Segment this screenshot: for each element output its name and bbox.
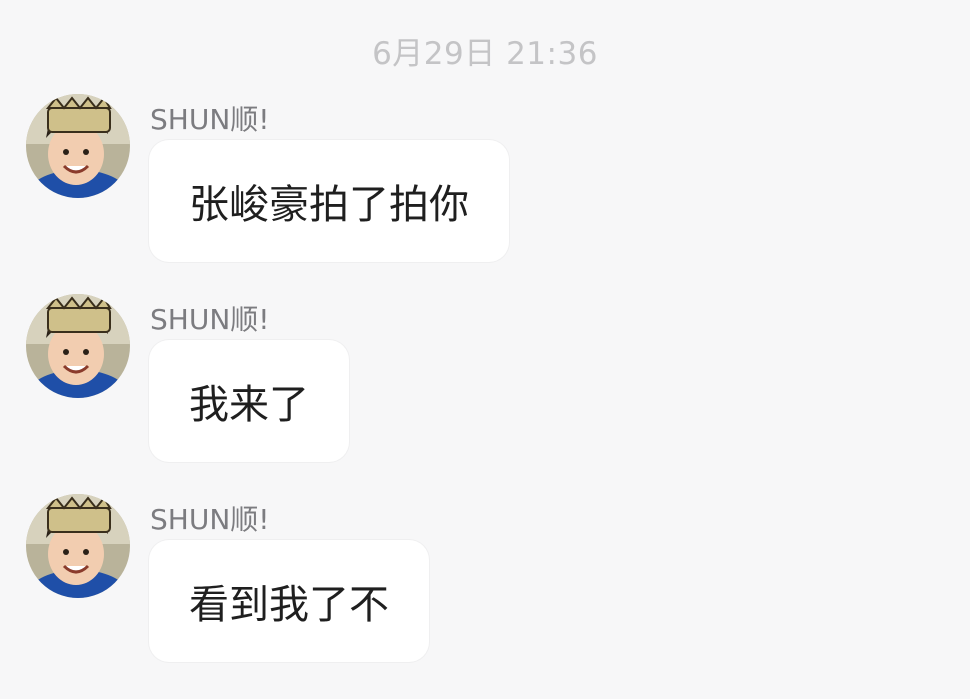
message-bubble[interactable]: 我来了 [149,340,349,462]
sender-name: SHUN顺! [150,503,270,536]
sender-name: SHUN顺! [150,103,270,136]
message-row-2: SHUN顺! 我来了 [0,294,970,474]
message-row-3: SHUN顺! 看到我了不 [0,494,970,674]
sender-name: SHUN顺! [150,303,270,336]
sender-avatar[interactable] [26,494,130,598]
sender-avatar[interactable] [26,94,130,198]
sender-avatar[interactable] [26,294,130,398]
message-row-1: SHUN顺! 张峻豪拍了拍你 [0,94,970,274]
chat-timestamp: 6月29日 21:36 [372,36,598,72]
message-bubble[interactable]: 张峻豪拍了拍你 [149,140,509,262]
message-bubble[interactable]: 看到我了不 [149,540,429,662]
